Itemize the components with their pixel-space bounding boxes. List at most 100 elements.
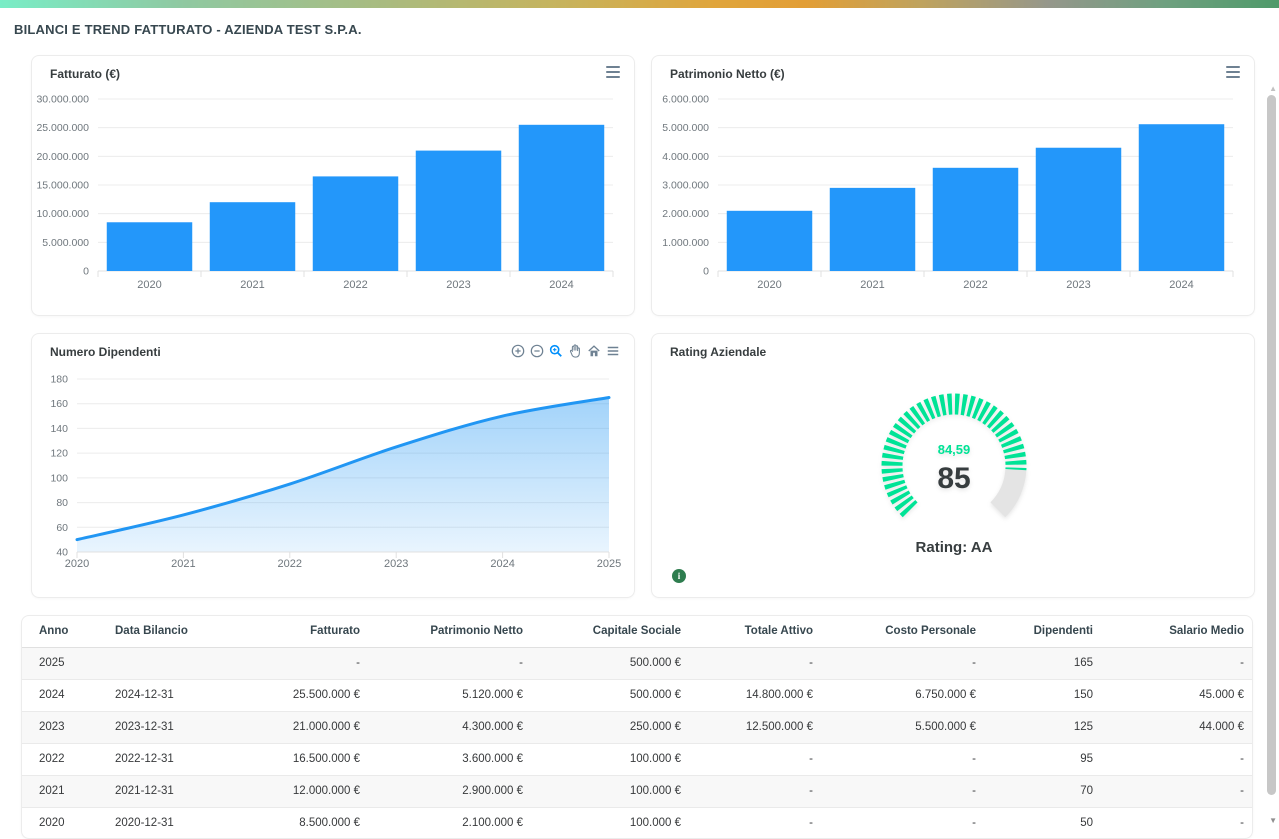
y-axis-tick: 0 [703, 266, 709, 278]
bar[interactable] [933, 168, 1018, 271]
numero-dipendenti-card: Numero Dipendenti 1801601401201008060402… [31, 333, 635, 598]
bar[interactable] [830, 188, 915, 271]
x-axis-tick: 2021 [860, 279, 884, 291]
home-icon[interactable] [586, 343, 601, 358]
bar[interactable] [727, 211, 812, 271]
table-row: 20202020-12-318.500.000 €2.100.000 €100.… [22, 807, 1253, 839]
bar[interactable] [1139, 124, 1224, 271]
table-cell: 2020-12-31 [105, 807, 245, 839]
table-cell: 125 [986, 711, 1103, 743]
table-cell: 2023 [22, 711, 105, 743]
selection-zoom-icon[interactable] [548, 343, 563, 358]
x-axis-tick: 2025 [597, 558, 621, 570]
table-cell: 2025 [22, 647, 105, 679]
column-header: Totale Attivo [691, 616, 823, 647]
table-cell: 165 [986, 647, 1103, 679]
table-cell: 2023-12-31 [105, 711, 245, 743]
table-cell: 70 [986, 775, 1103, 807]
y-axis-tick: 100 [50, 472, 68, 484]
table-cell: - [691, 647, 823, 679]
chart-toolbar [510, 343, 620, 358]
menu-icon[interactable] [606, 66, 620, 78]
gauge-detail-value: 84,59 [938, 442, 971, 457]
scrollbar-down-arrow[interactable]: ▼ [1269, 816, 1277, 825]
menu-icon[interactable] [1226, 66, 1240, 78]
y-axis-tick: 25.000.000 [36, 122, 89, 134]
gauge-value: 85 [937, 462, 970, 495]
zoom-in-icon[interactable] [510, 343, 525, 358]
scrollbar-up-arrow[interactable]: ▲ [1269, 84, 1277, 93]
y-axis-tick: 2.000.000 [662, 208, 709, 220]
table-cell: 6.750.000 € [823, 679, 986, 711]
table-cell: 2021 [22, 775, 105, 807]
x-axis-tick: 2023 [1066, 279, 1090, 291]
bar[interactable] [416, 151, 501, 271]
table-row: 20212021-12-3112.000.000 €2.900.000 €100… [22, 775, 1253, 807]
table-cell: 5.500.000 € [823, 711, 986, 743]
table-cell: 12.000.000 € [245, 775, 370, 807]
table-cell: - [1103, 775, 1253, 807]
x-axis-tick: 2023 [446, 279, 470, 291]
y-axis-tick: 30.000.000 [36, 94, 89, 106]
y-axis-tick: 1.000.000 [662, 237, 709, 249]
y-axis-tick: 80 [56, 497, 68, 509]
table-cell: 2.100.000 € [370, 807, 533, 839]
rating-chart-title: Rating Aziendale [670, 345, 766, 359]
table-cell: 8.500.000 € [245, 807, 370, 839]
table-cell: 2024 [22, 679, 105, 711]
x-axis-tick: 2021 [171, 558, 195, 570]
y-axis-tick: 60 [56, 522, 68, 534]
y-axis-tick: 3.000.000 [662, 180, 709, 192]
numero-dipendenti-area-chart[interactable]: 1801601401201008060402020202120222023202… [32, 364, 636, 594]
table-row: 20222022-12-3116.500.000 €3.600.000 €100… [22, 743, 1253, 775]
patrimonio-netto-bar-chart[interactable]: 6.000.0005.000.0004.000.0003.000.0002.00… [652, 84, 1256, 314]
fatturato-card: Fatturato (€) 30.000.00025.000.00020.000… [31, 55, 635, 316]
x-axis-tick: 2024 [1169, 279, 1193, 291]
menu-icon[interactable] [605, 343, 620, 358]
table-cell: 14.800.000 € [691, 679, 823, 711]
table-cell: 50 [986, 807, 1103, 839]
info-icon[interactable]: i [672, 569, 686, 583]
table-cell: - [1103, 807, 1253, 839]
table-cell: 16.500.000 € [245, 743, 370, 775]
y-axis-tick: 140 [50, 423, 68, 435]
dipendenti-chart-title: Numero Dipendenti [50, 345, 161, 359]
table-cell: 2024-12-31 [105, 679, 245, 711]
y-axis-tick: 120 [50, 448, 68, 460]
x-axis-tick: 2021 [240, 279, 264, 291]
table-cell: 2022-12-31 [105, 743, 245, 775]
patrimonio-netto-card: Patrimonio Netto (€) 6.000.0005.000.0004… [651, 55, 1255, 316]
table-cell: 95 [986, 743, 1103, 775]
bar[interactable] [519, 125, 604, 271]
column-header: Costo Personale [823, 616, 986, 647]
fatturato-bar-chart[interactable]: 30.000.00025.000.00020.000.00015.000.000… [32, 84, 636, 314]
table-cell: 2021-12-31 [105, 775, 245, 807]
scrollbar-thumb[interactable] [1267, 95, 1276, 795]
table-cell: - [823, 775, 986, 807]
table-cell: 100.000 € [533, 775, 691, 807]
page-title: BILANCI E TREND FATTURATO - AZIENDA TEST… [14, 22, 362, 37]
table-cell: 100.000 € [533, 743, 691, 775]
bilanci-table: AnnoData BilancioFatturatoPatrimonio Net… [22, 616, 1253, 839]
y-axis-tick: 40 [56, 547, 68, 559]
pan-icon[interactable] [567, 343, 582, 358]
vertical-scrollbar: ▲ ▼ [1265, 0, 1279, 835]
x-axis-tick: 2020 [757, 279, 781, 291]
top-gradient-bar [0, 0, 1279, 8]
gauge-track [998, 470, 1016, 510]
column-header: Data Bilancio [105, 616, 245, 647]
table-cell: 4.300.000 € [370, 711, 533, 743]
column-header: Anno [22, 616, 105, 647]
bar[interactable] [210, 202, 295, 271]
bar[interactable] [1036, 148, 1121, 271]
rating-aziendale-card: Rating Aziendale 84,5985 Rating: AA i [651, 333, 1255, 598]
bar[interactable] [313, 176, 398, 271]
x-axis-tick: 2020 [65, 558, 89, 570]
table-cell: 2020 [22, 807, 105, 839]
fatturato-chart-title: Fatturato (€) [50, 67, 120, 81]
column-header: Capitale Sociale [533, 616, 691, 647]
column-header: Patrimonio Netto [370, 616, 533, 647]
zoom-out-icon[interactable] [529, 343, 544, 358]
table-cell [105, 647, 245, 679]
bar[interactable] [107, 222, 192, 271]
